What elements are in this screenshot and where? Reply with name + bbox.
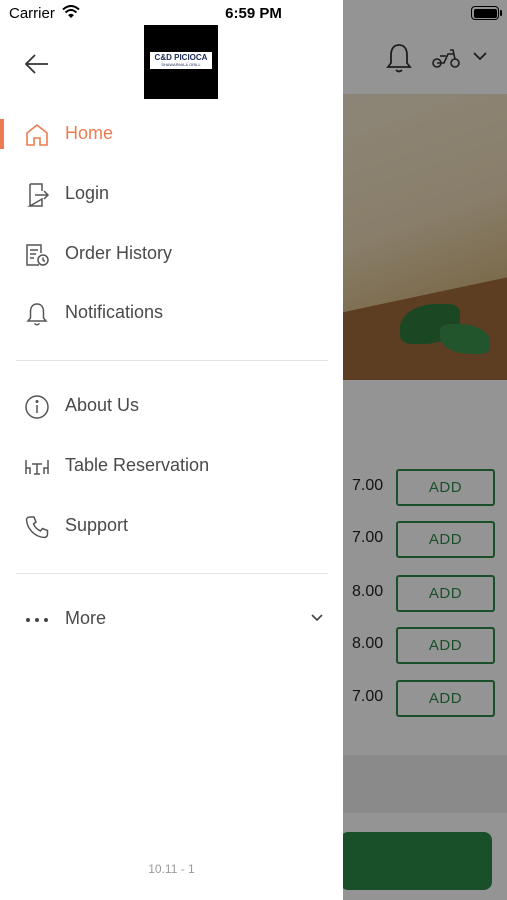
bell-icon (26, 303, 48, 326)
menu-item-label: More (65, 608, 107, 628)
chevron-down-icon[interactable] (310, 613, 324, 623)
menu-divider (16, 360, 328, 361)
info-icon (25, 395, 49, 419)
menu-item-label: Support (65, 515, 129, 535)
app-version: 10.11 - 1 (148, 862, 195, 876)
home-icon (26, 123, 48, 146)
menu-item-home[interactable]: Home (0, 107, 343, 163)
menu-item-order-history[interactable]: Order History (0, 227, 343, 283)
menu-item-about-us[interactable]: About Us (0, 379, 343, 435)
menu-item-label: About Us (65, 395, 140, 415)
clock: 6:59 PM (225, 5, 282, 22)
menu-item-more[interactable]: More (0, 592, 343, 648)
login-icon (27, 183, 50, 207)
menu-item-label: Table Reservation (65, 455, 210, 475)
battery-icon (471, 6, 499, 20)
menu-item-login[interactable]: Login (0, 167, 343, 223)
menu-item-label: Order History (65, 243, 173, 263)
menu-item-label: Home (65, 123, 114, 143)
menu-item-table-reservation[interactable]: Table Reservation (0, 439, 343, 495)
order-history-icon (26, 244, 49, 266)
menu-item-notifications[interactable]: Notifications (0, 286, 343, 342)
menu-item-label: Login (65, 183, 110, 203)
menu-item-label: Notifications (65, 302, 164, 322)
more-dots-icon (26, 618, 48, 622)
menu-divider (16, 573, 328, 574)
phone-icon (25, 516, 49, 539)
menu-item-support[interactable]: Support (0, 499, 343, 555)
table-icon (25, 460, 49, 475)
restaurant-logo: C&D PICIOCA SHAWARMA & GRILL (144, 25, 218, 99)
status-bar: Carrier 6:59 PM (0, 0, 507, 28)
navigation-drawer: C&D PICIOCA SHAWARMA & GRILL Home Login … (0, 0, 343, 900)
back-arrow-icon[interactable] (20, 50, 54, 78)
